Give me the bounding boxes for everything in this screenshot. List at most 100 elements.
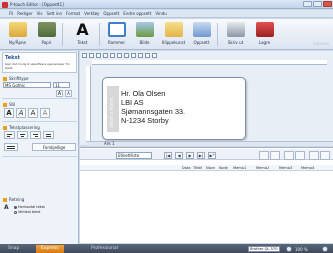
text-button[interactable]: A Tekst [69, 21, 96, 48]
shrink-font-button[interactable]: A [65, 90, 72, 97]
column-header[interactable]: Memo2 [256, 166, 269, 170]
folder-icon [8, 22, 27, 37]
page-tab[interactable]: Ark 1 [104, 141, 115, 146]
minimize-button[interactable] [303, 1, 312, 7]
tab-professional[interactable]: Professional [86, 245, 123, 253]
mode-bar: Snap Express Professional [0, 244, 333, 253]
horizontal-ruler [92, 60, 327, 65]
new-record-button[interactable]: ▶* [208, 152, 216, 159]
express-label: Express [313, 41, 329, 46]
pointer-tool-icon[interactable] [82, 53, 87, 58]
direction-section-header[interactable]: Retning [3, 197, 24, 202]
zoom-level: 100 % [295, 247, 308, 252]
tab-snap[interactable]: Snap [3, 245, 24, 253]
properties-panel: Tekst Gjør det mulig å spesifisere egens… [0, 51, 79, 244]
sort-icon[interactable] [284, 151, 294, 160]
column-header[interactable]: Memo1 [233, 166, 246, 170]
style-section-header[interactable]: Stil [3, 102, 15, 107]
italic-button[interactable]: A [16, 108, 26, 118]
properties-button[interactable]: Forskjellige [32, 143, 76, 151]
grid-view-icon[interactable] [309, 151, 319, 160]
effects-button[interactable]: A [40, 108, 50, 118]
line-tool-icon[interactable] [96, 53, 101, 58]
print-button[interactable]: Skriv ut [222, 21, 249, 48]
menu-file[interactable]: Fil [9, 11, 13, 16]
paper-icon [37, 22, 56, 37]
font-name-select[interactable]: MS Gothic [3, 82, 51, 88]
printer-select[interactable]: Brother QL-570 [248, 246, 280, 252]
maximize-button[interactable] [313, 1, 322, 7]
align-left-button[interactable] [4, 131, 15, 139]
align-center-button[interactable] [17, 131, 28, 139]
align-tool-icon[interactable] [124, 53, 129, 58]
text-tool-icon[interactable] [89, 53, 94, 58]
date-tool-icon[interactable] [152, 53, 157, 58]
underline-button[interactable]: A [28, 108, 38, 118]
new-open-button[interactable]: Ny/Åpne [4, 21, 31, 48]
column-header[interactable]: Tittel [193, 166, 202, 170]
image-button[interactable]: Bilde [131, 21, 158, 48]
zoom-tool-icon[interactable] [131, 53, 136, 58]
database-list-select[interactable]: Etikettliste [116, 152, 152, 159]
menu-change-layout[interactable]: Endre oppsett [123, 11, 151, 16]
first-record-button[interactable]: |◀ [164, 152, 172, 159]
printer-icon [226, 22, 245, 37]
paper-button[interactable]: Papir [33, 21, 60, 48]
last-record-button[interactable]: ▶| [197, 152, 205, 159]
frames-button[interactable]: Rammer [103, 21, 130, 48]
menu-tools[interactable]: Verktøy [84, 11, 99, 16]
save-button[interactable]: Lagre [251, 21, 278, 48]
label-canvas[interactable]: 38mm x 90mm Hr. Ola Olsen LBI AS Sjømann… [102, 77, 246, 140]
column-header[interactable]: Navn [206, 166, 215, 170]
tab-express[interactable]: Express [36, 245, 64, 253]
column-header[interactable]: Memo3 [279, 166, 292, 170]
grid-tool-icon[interactable] [117, 53, 122, 58]
merge-icon[interactable] [295, 151, 305, 160]
draw-toolbar [82, 52, 157, 59]
form-view-icon[interactable] [320, 151, 330, 160]
table-tool-icon[interactable] [138, 53, 143, 58]
vertical-ruler [86, 66, 91, 141]
layout-button[interactable]: Oppsett [188, 21, 215, 48]
menu-insert[interactable]: Sett inn [46, 11, 62, 16]
title-bar: P-touch Editor - [Oppsett1] [0, 0, 333, 9]
barcode-tool-icon[interactable] [145, 53, 150, 58]
column-header[interactable]: Kode [219, 166, 228, 170]
zoom-out-button[interactable] [286, 246, 292, 252]
line-spacing-button[interactable] [4, 143, 18, 151]
grow-font-button[interactable]: A [56, 90, 63, 97]
menu-format[interactable]: Format [66, 11, 80, 16]
vertical-text-radio[interactable]: Vertikal tekst [14, 210, 40, 214]
font-section-header[interactable]: Skrifttype [3, 76, 28, 81]
justify-button[interactable] [43, 131, 54, 139]
bold-button[interactable]: A [4, 108, 14, 118]
zoom-in-button[interactable] [322, 246, 328, 252]
next-record-button[interactable]: ▶ [186, 152, 194, 159]
filter-icon[interactable] [270, 151, 280, 160]
shape-tool-icon[interactable] [103, 53, 108, 58]
window-title: P-touch Editor - [Oppsett1] [10, 2, 64, 7]
column-header[interactable]: Memo4 [301, 166, 314, 170]
menu-layout[interactable]: Oppsett [103, 11, 119, 16]
close-button[interactable] [323, 1, 332, 7]
align-right-button[interactable] [30, 131, 41, 139]
image-tool-icon[interactable] [110, 53, 115, 58]
font-size-select[interactable]: 11 [53, 82, 70, 88]
search-record-icon[interactable] [259, 151, 269, 160]
horizontal-text-radio[interactable]: Horisontal tekst [14, 205, 45, 209]
text-direction-icon: A [4, 204, 9, 211]
menu-edit[interactable]: Rediger [17, 11, 32, 16]
radio-icon [14, 210, 17, 214]
menu-window[interactable]: Vindu [155, 11, 166, 16]
column-header[interactable]: Data [182, 166, 191, 170]
menu-view[interactable]: Vis [37, 11, 43, 16]
tips-box: Tekst Gjør det mulig å spesifisere egens… [2, 52, 77, 73]
text-alignment-section-header[interactable]: Tekstplassering [3, 125, 40, 130]
clipart-button[interactable]: Klippekunst [160, 21, 187, 48]
collapse-icon [3, 102, 7, 107]
prev-record-button[interactable]: ◀ [175, 152, 183, 159]
app-icon [2, 1, 8, 8]
address-line-1: Hr. Ola Olsen [121, 89, 166, 98]
horizontal-scrollbar[interactable] [86, 141, 333, 146]
address-text-object[interactable]: Hr. Ola Olsen LBI AS Sjømannsgaten 33. N… [121, 89, 185, 125]
